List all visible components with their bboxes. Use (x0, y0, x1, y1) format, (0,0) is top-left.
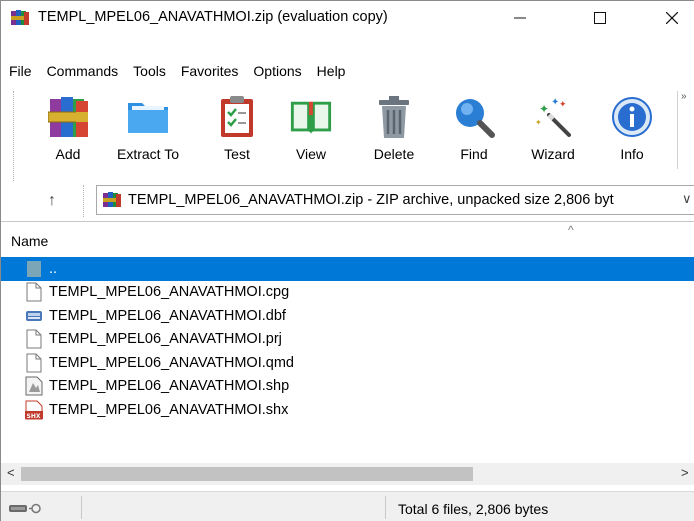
up-folder-button[interactable]: ↑ (41, 190, 63, 212)
sort-ascending-icon: ^ (568, 223, 574, 237)
list-item-parent[interactable]: .. (1, 257, 694, 281)
menu-help[interactable]: Help (309, 63, 353, 79)
status-summary: Total 6 files, 2,806 bytes (398, 501, 549, 517)
find-button[interactable]: Find (439, 91, 509, 177)
wizard-label: Wizard (531, 146, 575, 162)
list-item[interactable]: SHX TEMPL_MPEL06_ANAVATHMOI.shx (1, 398, 694, 422)
maximize-button[interactable] (577, 1, 623, 35)
extract-to-label: Extract To (117, 146, 179, 162)
menu-tools[interactable]: Tools (125, 63, 173, 79)
magic-wand-icon: ✦ ✦ ✦ ✦ (531, 93, 575, 141)
info-icon (610, 93, 654, 141)
file-name: TEMPL_MPEL06_ANAVATHMOI.shx (49, 401, 289, 418)
add-label: Add (55, 146, 81, 162)
info-button[interactable]: Info (597, 91, 667, 177)
file-name: .. (49, 260, 58, 277)
file-name: TEMPL_MPEL06_ANAVATHMOI.shp (49, 378, 290, 395)
menu-bar: File Commands Tools Favorites Options He… (1, 59, 694, 83)
status-bar: Total 6 files, 2,806 bytes (1, 491, 694, 521)
shx-file-icon: SHX (25, 400, 43, 420)
scrollbar-thumb[interactable] (21, 467, 473, 481)
drive-key-icon (9, 500, 69, 516)
extract-to-button[interactable]: Extract To (113, 91, 183, 177)
winrar-window: TEMPL_MPEL06_ANAVATHMOI.zip (evaluation … (0, 0, 694, 521)
address-text: TEMPL_MPEL06_ANAVATHMOI.zip - ZIP archiv… (128, 192, 614, 208)
scroll-right-button[interactable]: > (681, 465, 689, 480)
book-icon (289, 93, 333, 141)
database-file-icon (25, 306, 43, 326)
menu-options[interactable]: Options (245, 63, 308, 79)
minimize-button[interactable] (497, 1, 543, 35)
clipboard-check-icon (215, 93, 259, 141)
zip-archive-icon (103, 192, 121, 208)
file-list-header: Name ^ (1, 222, 694, 256)
list-item[interactable]: TEMPL_MPEL06_ANAVATHMOI.shp (1, 375, 694, 399)
title-bar: TEMPL_MPEL06_ANAVATHMOI.zip (evaluation … (1, 1, 694, 35)
test-button[interactable]: Test (202, 91, 272, 177)
shp-file-icon (25, 376, 43, 396)
file-name: TEMPL_MPEL06_ANAVATHMOI.dbf (49, 307, 286, 324)
svg-text:✦: ✦ (559, 100, 567, 110)
menu-file[interactable]: File (1, 63, 39, 79)
toolbar: Add Extract To Test View Delete Find ✦ ✦… (1, 91, 694, 177)
find-label: Find (460, 146, 488, 162)
close-icon (666, 12, 678, 24)
wizard-button[interactable]: ✦ ✦ ✦ ✦ Wizard (518, 91, 588, 177)
address-grip[interactable] (83, 185, 87, 217)
list-item[interactable]: TEMPL_MPEL06_ANAVATHMOI.cpg (1, 281, 694, 305)
view-label: View (295, 146, 327, 162)
file-name: TEMPL_MPEL06_ANAVATHMOI.prj (49, 331, 282, 348)
chevron-down-icon[interactable]: ∨ (682, 191, 692, 207)
file-name: TEMPL_MPEL06_ANAVATHMOI.cpg (49, 284, 290, 301)
archive-books-icon (46, 93, 90, 141)
status-divider (81, 496, 82, 519)
menu-favorites[interactable]: Favorites (173, 63, 246, 79)
add-button[interactable]: Add (33, 91, 103, 177)
test-label: Test (224, 146, 250, 162)
scroll-left-button[interactable]: < (7, 465, 15, 480)
blank-file-icon (25, 353, 43, 373)
list-item[interactable]: TEMPL_MPEL06_ANAVATHMOI.dbf (1, 304, 694, 328)
blank-file-icon (25, 329, 43, 349)
list-item[interactable]: TEMPL_MPEL06_ANAVATHMOI.qmd (1, 351, 694, 375)
svg-text:✦: ✦ (535, 118, 542, 127)
window-title: TEMPL_MPEL06_ANAVATHMOI.zip (evaluation … (38, 9, 388, 25)
maximize-icon (594, 12, 606, 24)
delete-button[interactable]: Delete (359, 91, 429, 177)
horizontal-scrollbar[interactable]: < > (1, 463, 694, 485)
minimize-icon (514, 17, 526, 19)
column-header-name[interactable]: Name (11, 233, 48, 249)
close-button[interactable] (649, 1, 694, 35)
svg-text:✦: ✦ (539, 102, 549, 116)
info-label: Info (620, 146, 644, 162)
view-button[interactable]: View (276, 91, 346, 177)
magnifier-icon (452, 93, 496, 141)
menu-commands[interactable]: Commands (39, 63, 126, 79)
folder-icon (126, 93, 170, 141)
winrar-app-icon (11, 10, 29, 26)
file-list: .. TEMPL_MPEL06_ANAVATHMOI.cpg TEMPL_MPE… (1, 257, 694, 422)
parent-folder-icon (25, 259, 43, 279)
address-row: ↑ TEMPL_MPEL06_ANAVATHMOI.zip - ZIP arch… (1, 185, 694, 217)
list-item[interactable]: TEMPL_MPEL06_ANAVATHMOI.prj (1, 328, 694, 352)
toolbar-overflow-button[interactable]: » (681, 91, 687, 102)
blank-file-icon (25, 282, 43, 302)
svg-text:SHX: SHX (27, 413, 41, 420)
toolbar-divider (677, 91, 678, 169)
file-name: TEMPL_MPEL06_ANAVATHMOI.qmd (49, 354, 294, 371)
delete-label: Delete (373, 146, 415, 162)
status-divider (385, 496, 386, 519)
address-combobox[interactable]: TEMPL_MPEL06_ANAVATHMOI.zip - ZIP archiv… (96, 185, 694, 215)
trash-icon (372, 93, 416, 141)
